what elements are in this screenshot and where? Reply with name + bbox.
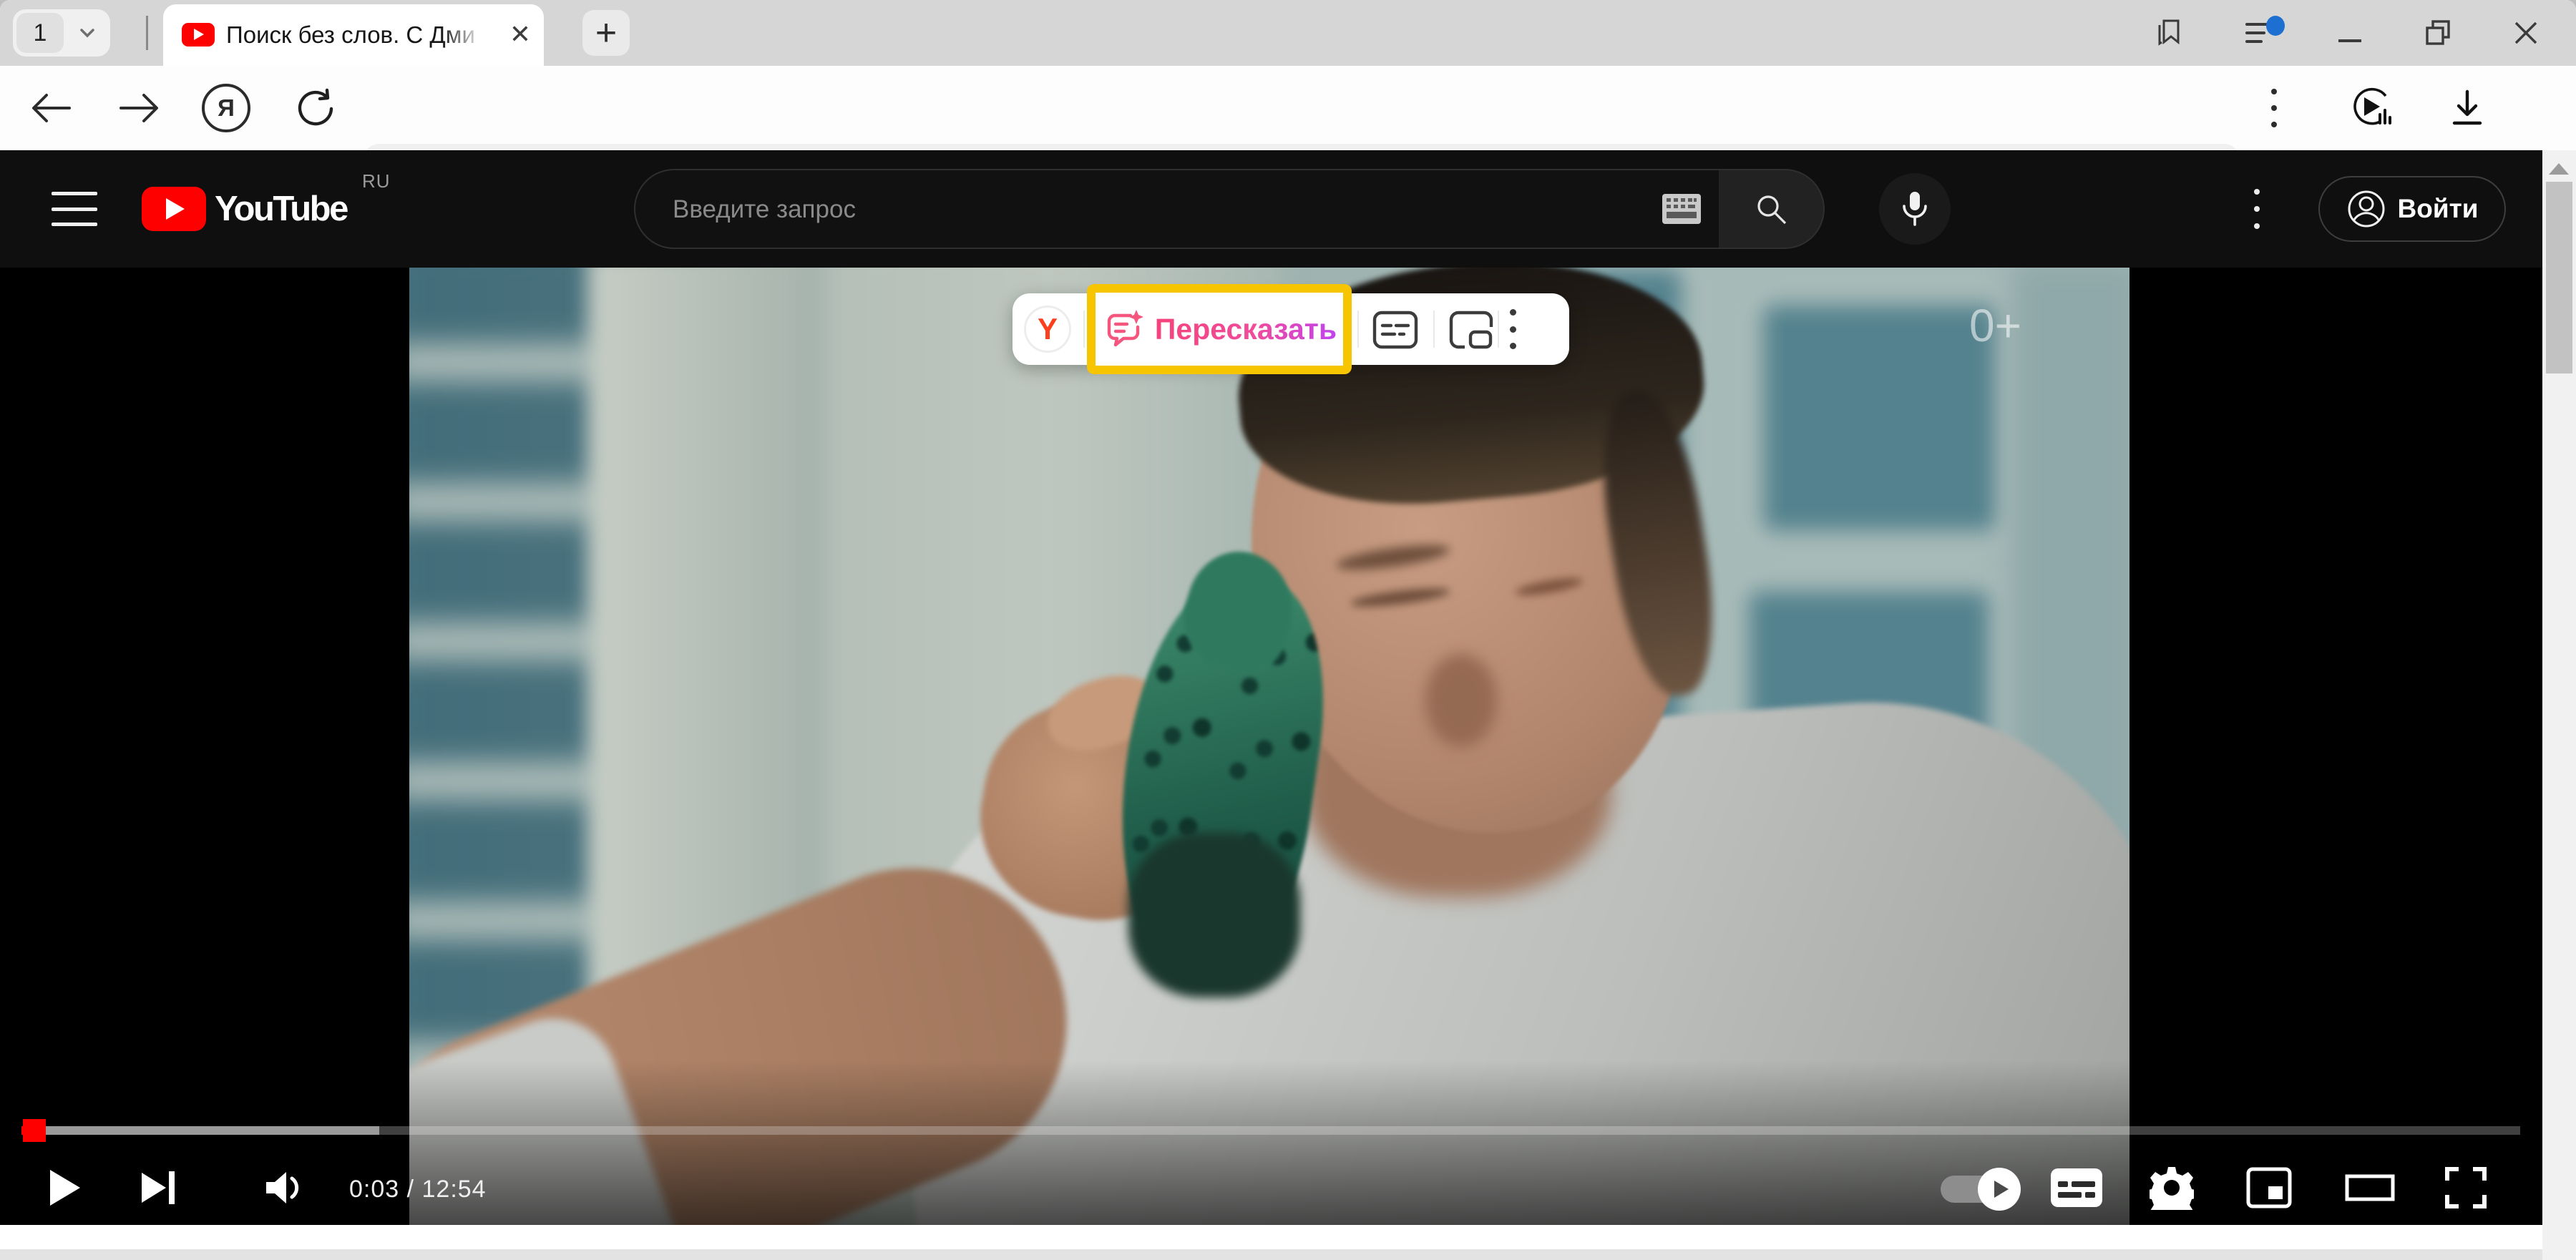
miniplayer-button[interactable] — [2245, 1166, 2344, 1213]
youtube-header: YouTube RU — [0, 150, 2542, 268]
progress-bar[interactable] — [21, 1126, 2520, 1135]
sign-in-button[interactable]: Войти — [2318, 176, 2506, 242]
volume-button[interactable] — [232, 1168, 349, 1211]
video-player-icon[interactable] — [2341, 66, 2403, 150]
overlay-divider — [1498, 311, 1499, 348]
search-button[interactable] — [1719, 169, 1825, 249]
scrollbar-up-arrow[interactable] — [2549, 163, 2569, 175]
overlay-kebab-icon[interactable] — [1510, 309, 1516, 349]
new-tab-button[interactable]: + — [582, 10, 630, 56]
sign-in-label: Войти — [2398, 194, 2479, 224]
player-bottom-gradient — [409, 1060, 2129, 1225]
progress-scrubber[interactable] — [23, 1119, 46, 1142]
close-window-icon[interactable] — [2503, 0, 2549, 66]
yandex-glyph: Я — [202, 84, 250, 132]
profile-icon[interactable] — [2238, 0, 2296, 66]
yandex-logo-badge[interactable]: Y — [1024, 306, 1071, 353]
tab-counter[interactable]: 1 — [16, 13, 64, 53]
time-display: 0:03 / 12:54 — [349, 1176, 487, 1203]
youtube-menu-kebab-icon[interactable] — [2254, 189, 2260, 229]
browser-window: 1 Поиск без слов. С Дми ✕ + — [0, 0, 2576, 1260]
back-icon[interactable] — [24, 66, 79, 150]
play-button[interactable] — [49, 1168, 99, 1211]
scrollbar-track[interactable] — [2542, 150, 2576, 1260]
forward-icon[interactable] — [112, 66, 166, 150]
yandex-video-overlay-toolbar: Y Пересказать — [1013, 293, 1569, 365]
chevron-down-icon[interactable] — [64, 21, 110, 45]
minimize-icon[interactable] — [2327, 0, 2373, 66]
man-nose-shadow — [1425, 654, 1497, 747]
tab-active[interactable]: Поиск без слов. С Дми ✕ — [163, 4, 544, 66]
age-rating-badge: 0+ — [1969, 299, 2021, 352]
tab-group-control[interactable]: 1 — [13, 9, 110, 57]
picture-in-picture-icon[interactable] — [1446, 311, 1496, 349]
video-window-pane — [1755, 296, 2005, 539]
browser-menu-kebab-icon[interactable] — [2260, 66, 2288, 150]
youtube-favicon-icon — [182, 23, 215, 47]
chameleon-dark-patch — [1128, 833, 1300, 997]
overlay-divider — [1357, 311, 1359, 348]
player-controls-left: 0:03 / 12:54 — [49, 1153, 487, 1225]
overlay-subtitles-icon[interactable] — [1370, 311, 1420, 349]
youtube-logo[interactable]: YouTube — [142, 185, 347, 233]
progress-buffer — [21, 1126, 379, 1135]
tab-bar: 1 Поиск без слов. С Дми ✕ + — [0, 0, 2576, 66]
yandex-services-icon[interactable]: Я — [199, 66, 253, 150]
hamburger-menu-icon[interactable] — [52, 192, 97, 226]
player-controls-right — [1941, 1153, 2502, 1225]
page-below-strip — [0, 1225, 2576, 1249]
microphone-button[interactable] — [1879, 173, 1951, 245]
retell-button[interactable]: Пересказать — [1096, 293, 1345, 365]
download-icon[interactable] — [2439, 66, 2496, 150]
scrollbar-thumb[interactable] — [2546, 182, 2572, 373]
retell-label: Пересказать — [1155, 313, 1337, 346]
browser-toolbar: Я www.youtube.com Поиск без слов. С Дмит… — [0, 66, 2576, 150]
region-label: RU — [362, 170, 391, 192]
subtitles-button[interactable] — [2049, 1167, 2150, 1212]
side-panels-icon[interactable] — [2147, 0, 2192, 66]
search-field[interactable] — [634, 169, 1720, 249]
retell-icon — [1103, 308, 1145, 350]
video-surface[interactable] — [409, 268, 2129, 1225]
restore-window-icon[interactable] — [2416, 0, 2462, 66]
tab-strip-divider — [146, 16, 148, 50]
video-player: 0+ Y Пересказать — [0, 268, 2542, 1225]
youtube-play-icon — [142, 187, 206, 231]
reload-icon[interactable] — [289, 66, 343, 150]
autoplay-toggle[interactable] — [1941, 1176, 2049, 1203]
keyboard-icon[interactable] — [1662, 193, 1702, 228]
overlay-divider — [1433, 311, 1435, 348]
close-tab-icon[interactable]: ✕ — [509, 4, 531, 66]
fullscreen-button[interactable] — [2444, 1166, 2502, 1213]
window-bottom-edge — [0, 1249, 2576, 1260]
next-button[interactable] — [99, 1170, 232, 1209]
settings-gear-icon[interactable] — [2150, 1166, 2245, 1213]
youtube-wordmark: YouTube — [215, 189, 347, 229]
theater-mode-button[interactable] — [2344, 1171, 2444, 1208]
search-input[interactable] — [671, 170, 1626, 249]
tab-title-fade — [442, 7, 494, 63]
overlay-divider — [1083, 311, 1085, 348]
